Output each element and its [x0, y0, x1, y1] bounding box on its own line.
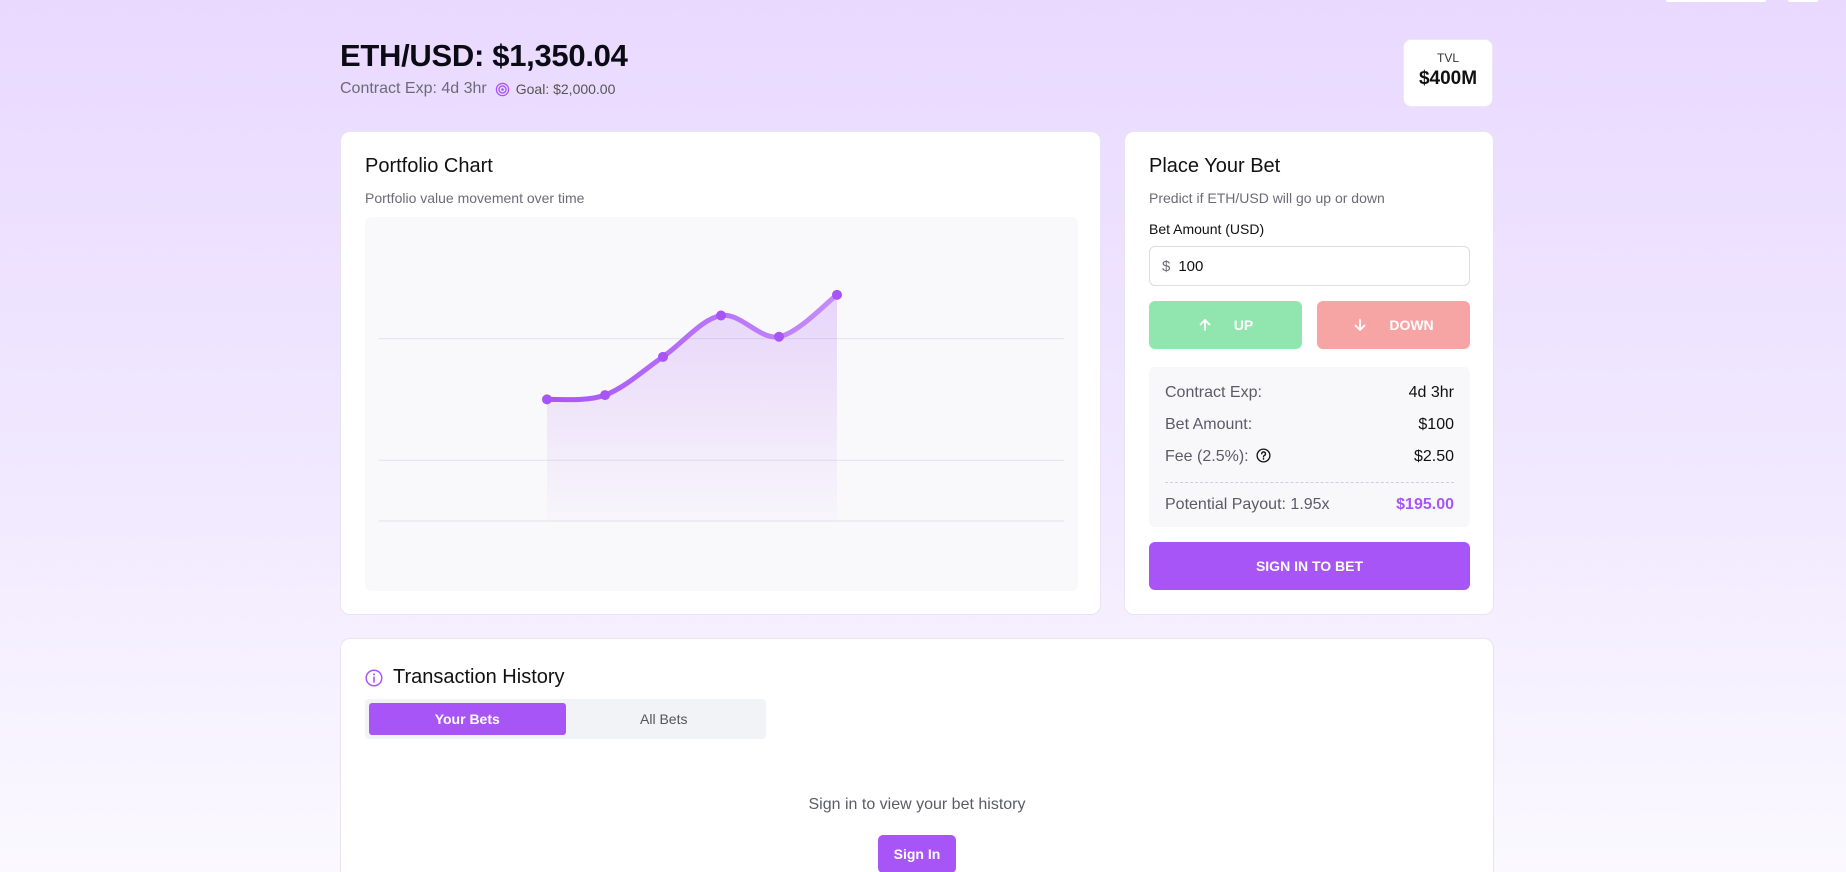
sign-in-to-bet-button[interactable]: SIGN IN TO BET: [1149, 542, 1470, 590]
page-header: ETH/USD: $1,350.04 Contract Exp: 4d 3hr …: [340, 38, 628, 98]
tab-your-bets[interactable]: Your Bets: [369, 703, 566, 735]
chart-data-point[interactable]: [658, 351, 668, 362]
bet-amount-label: Bet Amount (USD): [1149, 221, 1265, 237]
goal-text: Goal: $2,000.00: [515, 81, 616, 97]
chart-data-point[interactable]: [716, 310, 726, 321]
tvl-badge: TVL $400M: [1403, 39, 1493, 107]
goal-info: Goal: $2,000.00: [495, 81, 616, 97]
summary-value: 4d 3hr: [1408, 384, 1454, 401]
summary-fee-label-wrap: Fee (2.5%):: [1165, 448, 1271, 466]
arrow-up-icon: [1199, 319, 1211, 331]
top-nav-stub: [1666, 0, 1766, 2]
down-button[interactable]: DOWN: [1317, 301, 1470, 349]
summary-row-fee: Fee (2.5%): $2.50: [1165, 441, 1454, 473]
up-button-label: UP: [1233, 317, 1254, 333]
bet-card-description: Predict if ETH/USD will go up or down: [1149, 190, 1385, 206]
help-icon[interactable]: [1256, 448, 1271, 463]
empty-state-message: Sign in to view your bet history: [808, 796, 1026, 813]
summary-row-contract-exp: Contract Exp: 4d 3hr: [1165, 377, 1454, 409]
currency-symbol: $: [1162, 257, 1171, 275]
summary-value: $100: [1418, 416, 1454, 433]
bet-tabs: Your Bets All Bets: [365, 699, 766, 739]
summary-label: Contract Exp:: [1165, 384, 1262, 401]
portfolio-chart: [379, 289, 1064, 522]
contract-exp-text: Contract Exp: 4d 3hr: [340, 80, 487, 97]
summary-label: Fee (2.5%):: [1165, 448, 1249, 465]
arrow-down-icon: [1354, 319, 1366, 331]
bet-summary: Contract Exp: 4d 3hr Bet Amount: $100 Fe…: [1149, 367, 1470, 527]
portfolio-chart-card: Portfolio Chart Portfolio value movement…: [340, 131, 1101, 615]
tab-all-bets[interactable]: All Bets: [566, 703, 763, 735]
transaction-history-title: Transaction History: [393, 666, 565, 688]
contract-info: Contract Exp: 4d 3hr Goal: $2,000.00: [340, 80, 628, 98]
summary-value: $2.50: [1413, 448, 1454, 465]
chart-data-point[interactable]: [600, 390, 610, 401]
chart-data-point[interactable]: [542, 394, 552, 405]
chart-card-title: Portfolio Chart: [365, 155, 493, 177]
summary-row-bet-amount: Bet Amount: $100: [1165, 409, 1454, 441]
down-button-label: DOWN: [1389, 317, 1434, 333]
transaction-history-header: Transaction History: [365, 666, 1469, 689]
up-button[interactable]: UP: [1149, 301, 1302, 349]
bet-amount-field[interactable]: $: [1149, 246, 1470, 286]
summary-label: Bet Amount:: [1165, 416, 1253, 433]
summary-divider: [1165, 482, 1454, 483]
tvl-label: TVL: [1436, 51, 1459, 65]
chart-area: [365, 217, 1078, 591]
place-bet-card: Place Your Bet Predict if ETH/USD will g…: [1124, 131, 1494, 615]
transaction-history-card: Transaction History Your Bets All Bets S…: [340, 638, 1494, 872]
bet-amount-input[interactable]: [1178, 257, 1439, 275]
summary-row-payout: Potential Payout: 1.95x $195.00: [1165, 489, 1454, 521]
target-icon: [495, 82, 509, 96]
info-icon: [365, 668, 383, 687]
sign-in-button[interactable]: Sign In: [878, 835, 956, 872]
tvl-value: $400M: [1418, 68, 1478, 89]
chart-data-point[interactable]: [774, 331, 784, 342]
chart-data-point[interactable]: [832, 289, 842, 300]
summary-label: Potential Payout: 1.95x: [1165, 496, 1330, 513]
payout-value: $195.00: [1396, 496, 1454, 513]
page-title: ETH/USD: $1,350.04: [340, 38, 628, 73]
top-nav-stub: [1788, 0, 1818, 2]
chart-card-description: Portfolio value movement over time: [365, 190, 585, 206]
bet-card-title: Place Your Bet: [1149, 155, 1281, 177]
